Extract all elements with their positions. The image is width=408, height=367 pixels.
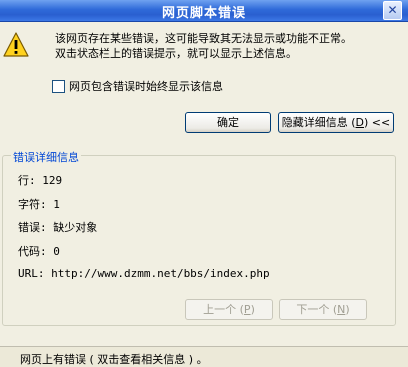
close-icon: ✕	[387, 3, 398, 17]
always-show-checkbox[interactable]	[52, 79, 65, 93]
close-button[interactable]: ✕	[383, 1, 402, 20]
error-message: 该网页存在某些错误，这可能导致其无法显示或功能不正常。 双击状态栏上的错误提示，…	[55, 31, 352, 61]
message-line-1: 该网页存在某些错误，这可能导致其无法显示或功能不正常。	[55, 32, 352, 45]
next-prefix: 下一个 (	[296, 303, 338, 316]
error-details-group: 错误详细信息 行: 129 字符: 1 错误: 缺少对象 代码: 0 URL: …	[2, 149, 396, 326]
status-bar[interactable]: 网页上有错误 ( 双击查看相关信息 ) 。	[0, 346, 408, 367]
previous-hotkey: P	[243, 303, 251, 316]
detail-error: 错误: 缺少对象	[18, 221, 98, 234]
previous-suffix: )	[250, 303, 255, 316]
previous-button[interactable]: 上一个 (P)	[185, 299, 273, 320]
next-button[interactable]: 下一个 (N)	[279, 299, 367, 320]
detail-line: 行: 129	[18, 174, 63, 187]
hide-details-button[interactable]: 隐藏详细信息 (D) <<	[278, 112, 394, 133]
previous-prefix: 上一个 (	[203, 303, 244, 316]
status-error-text[interactable]: 网页上有错误 ( 双击查看相关信息 ) 。	[20, 351, 208, 367]
hide-details-hotkey: D	[355, 116, 365, 129]
next-suffix: )	[345, 303, 350, 316]
always-show-label: 网页包含错误时始终显示该信息	[69, 80, 223, 93]
detail-url: URL: http://www.dzmm.net/bbs/index.php	[18, 267, 270, 280]
warning-icon	[3, 32, 29, 57]
hide-details-suffix: ) <<	[364, 116, 391, 129]
detail-char: 字符: 1	[18, 198, 60, 211]
hide-details-prefix: 隐藏详细信息 (	[281, 116, 356, 129]
title-bar: 网页脚本错误 ✕	[0, 0, 408, 22]
ok-label: 确定	[217, 116, 239, 129]
detail-code: 代码: 0	[18, 245, 60, 258]
ok-button[interactable]: 确定	[185, 112, 271, 133]
script-error-dialog: 网页脚本错误 ✕ 该网页存在某些错误，这可能导致其无法显示或功能不正常。 双击状…	[0, 0, 408, 346]
always-show-option[interactable]: 网页包含错误时始终显示该信息	[52, 78, 223, 94]
error-details-title: 错误详细信息	[11, 149, 81, 165]
message-line-2: 双击状态栏上的错误提示，就可以显示上述信息。	[55, 47, 297, 60]
dialog-title: 网页脚本错误	[161, 6, 246, 21]
